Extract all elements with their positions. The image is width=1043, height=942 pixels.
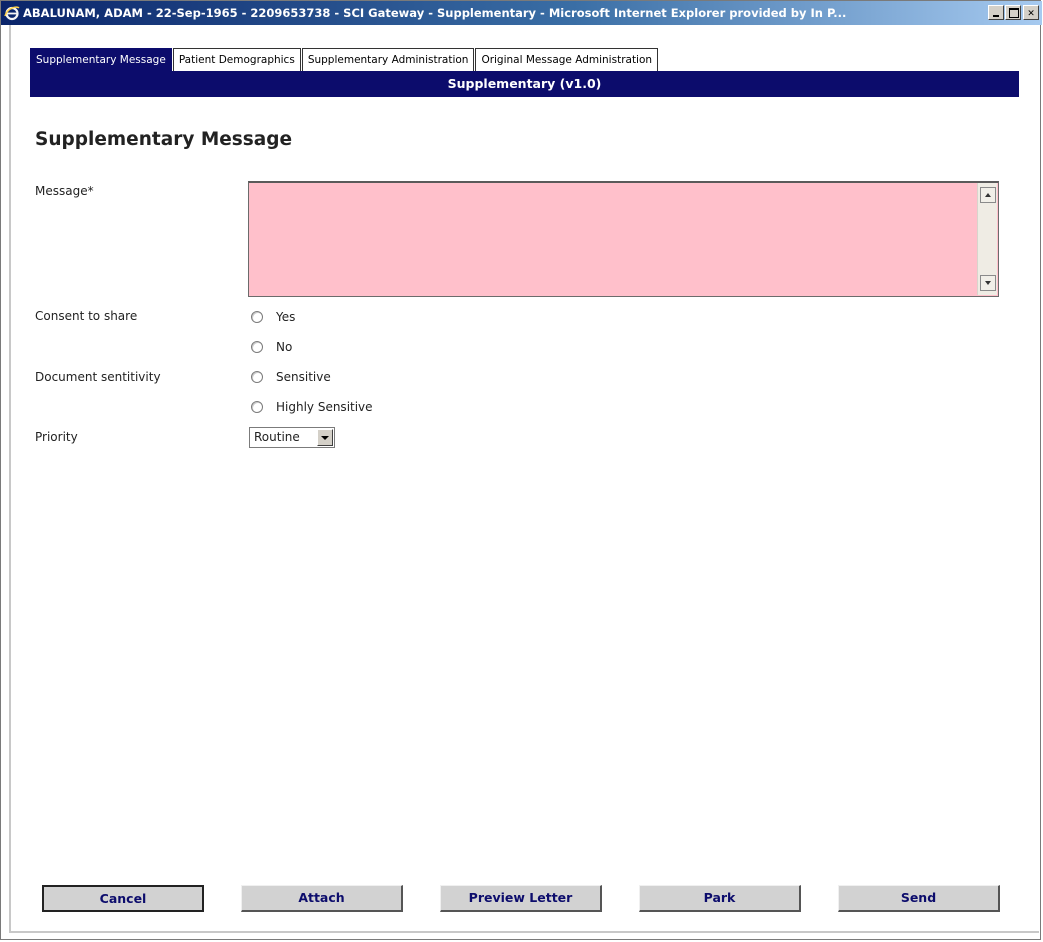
park-button[interactable]: Park [639, 885, 801, 912]
cancel-button[interactable]: Cancel [42, 885, 204, 912]
sensitive-label: Sensitive [276, 370, 331, 384]
sensitive-radio[interactable] [251, 371, 263, 383]
scroll-down-icon[interactable] [980, 275, 996, 291]
scroll-up-icon[interactable] [980, 187, 996, 203]
window-title: ABALUNAM, ADAM - 22-Sep-1965 - 220965373… [23, 6, 847, 20]
consent-no-radio[interactable] [251, 341, 263, 353]
attach-button[interactable]: Attach [241, 885, 403, 912]
minimize-icon[interactable] [988, 5, 1004, 20]
window-left-border [9, 25, 11, 931]
maximize-icon[interactable] [1005, 5, 1021, 20]
priority-select[interactable]: Routine [249, 427, 335, 448]
priority-value: Routine [254, 430, 300, 444]
consent-no-label: No [276, 340, 293, 354]
consent-label: Consent to share [35, 309, 138, 323]
tab-patient-demographics[interactable]: Patient Demographics [172, 48, 301, 72]
highly-sensitive-label: Highly Sensitive [276, 400, 373, 414]
send-button[interactable]: Send [838, 885, 1000, 912]
window-bottom-border [9, 931, 1039, 933]
page-title: Supplementary Message [35, 129, 293, 150]
tab-original-message-administration[interactable]: Original Message Administration [475, 48, 659, 72]
message-label: Message* [35, 184, 94, 198]
sensitivity-sensitive-option[interactable]: Sensitive [251, 368, 331, 386]
consent-yes-label: Yes [276, 310, 296, 324]
ie-icon [4, 6, 20, 21]
tab-supplementary-message[interactable]: Supplementary Message [30, 48, 172, 72]
consent-yes-radio[interactable] [251, 311, 263, 323]
sensitivity-highly-sensitive-option[interactable]: Highly Sensitive [251, 398, 373, 416]
tab-bar: Supplementary Message Patient Demographi… [30, 48, 659, 72]
dropdown-arrow-icon[interactable] [317, 429, 333, 446]
message-textarea[interactable] [248, 181, 999, 297]
consent-yes-option[interactable]: Yes [251, 308, 295, 326]
consent-no-option[interactable]: No [251, 338, 292, 356]
close-icon[interactable]: ✕ [1023, 5, 1039, 20]
section-header: Supplementary (v1.0) [30, 72, 1019, 97]
browser-window: ABALUNAM, ADAM - 22-Sep-1965 - 220965373… [0, 0, 1042, 940]
highly-sensitive-radio[interactable] [251, 401, 263, 413]
title-bar[interactable]: ABALUNAM, ADAM - 22-Sep-1965 - 220965373… [1, 1, 1042, 25]
sensitivity-label: Document sentitivity [35, 370, 161, 384]
tab-supplementary-administration[interactable]: Supplementary Administration [301, 48, 475, 72]
preview-letter-button[interactable]: Preview Letter [440, 885, 602, 912]
priority-label: Priority [35, 430, 78, 444]
message-scrollbar[interactable] [977, 183, 997, 295]
